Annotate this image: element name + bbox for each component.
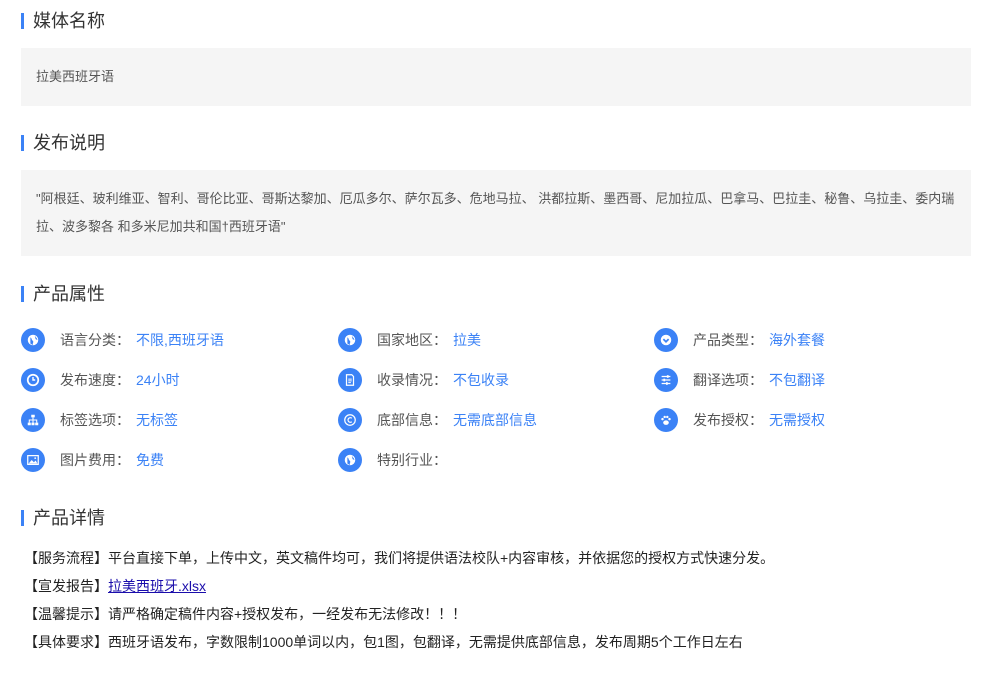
clock-icon: [21, 368, 45, 392]
detail-prefix: 【宣发报告】: [24, 578, 108, 594]
copyright-icon: [338, 408, 362, 432]
attr-region: 国家地区： 拉美: [338, 327, 481, 353]
publish-notes-text: "阿根廷、玻利维亚、智利、哥伦比亚、哥斯达黎加、厄瓜多尔、萨尔瓦多、危地马拉、 …: [36, 191, 955, 234]
publish-notes-box: "阿根廷、玻利维亚、智利、哥伦比亚、哥斯达黎加、厄瓜多尔、萨尔瓦多、危地马拉、 …: [21, 170, 971, 256]
chevron-down-icon: [654, 328, 678, 352]
section-title-product-details: 产品详情: [21, 508, 105, 528]
attr-indexing-label: 收录情况：: [377, 372, 447, 388]
attr-translation-value: 不包翻译: [769, 372, 825, 388]
media-name-box: 拉美西班牙语: [21, 48, 971, 106]
detail-line-report: 【宣发报告】拉美西班牙.xlsx: [24, 576, 206, 596]
attr-indexing-value: 不包收录: [453, 372, 509, 388]
attr-image-fee-value: 免费: [136, 452, 164, 468]
attr-speed-label: 发布速度：: [60, 372, 130, 388]
attr-product-type: 产品类型： 海外套餐: [654, 327, 825, 353]
attr-tags-label: 标签选项：: [60, 412, 130, 428]
attr-image-fee: 图片费用： 免费: [21, 447, 164, 473]
attr-tags: 标签选项： 无标签: [21, 407, 178, 433]
attr-language: 语言分类： 不限,西班牙语: [21, 327, 224, 353]
attr-authorization-value: 无需授权: [769, 412, 825, 428]
detail-prefix: 【温馨提示】: [24, 606, 108, 622]
detail-line-service-flow: 【服务流程】平台直接下单，上传中文，英文稿件均可，我们将提供语法校队+内容审核，…: [24, 548, 774, 568]
attr-speed-value: 24小时: [136, 372, 180, 388]
attr-special-industry: 特别行业：: [338, 447, 453, 473]
section-title-product-attributes: 产品属性: [21, 284, 105, 304]
attr-authorization-label: 发布授权：: [693, 412, 763, 428]
attr-indexing: 收录情况： 不包收录: [338, 367, 509, 393]
attr-footer-info-value: 无需底部信息: [453, 412, 537, 428]
attr-region-label: 国家地区：: [377, 332, 447, 348]
paw-icon: [654, 408, 678, 432]
attr-special-industry-label: 特别行业：: [377, 452, 447, 468]
image-icon: [21, 448, 45, 472]
attr-tags-value: 无标签: [136, 412, 178, 428]
attr-translation-label: 翻译选项：: [693, 372, 763, 388]
attr-language-value: 不限,西班牙语: [136, 332, 224, 348]
detail-line-requirements: 【具体要求】西班牙语发布，字数限制1000单词以内，包1图，包翻译，无需提供底部…: [24, 632, 743, 652]
detail-text: 请严格确定稿件内容+授权发布，一经发布无法修改！！！: [108, 606, 467, 622]
attr-language-label: 语言分类：: [60, 332, 130, 348]
detail-line-tips: 【温馨提示】请严格确定稿件内容+授权发布，一经发布无法修改！！！: [24, 604, 466, 624]
document-icon: [338, 368, 362, 392]
sliders-icon: [654, 368, 678, 392]
attr-speed: 发布速度： 24小时: [21, 367, 180, 393]
attr-product-type-value: 海外套餐: [769, 332, 825, 348]
globe-icon: [338, 448, 362, 472]
attr-product-type-label: 产品类型：: [693, 332, 763, 348]
section-title-publish-notes: 发布说明: [21, 133, 105, 153]
attr-translation: 翻译选项： 不包翻译: [654, 367, 825, 393]
attr-authorization: 发布授权： 无需授权: [654, 407, 825, 433]
attr-footer-info-label: 底部信息：: [377, 412, 447, 428]
detail-text: 平台直接下单，上传中文，英文稿件均可，我们将提供语法校队+内容审核，并依据您的授…: [108, 550, 775, 566]
sitemap-icon: [21, 408, 45, 432]
detail-prefix: 【具体要求】: [24, 634, 108, 650]
media-name-value: 拉美西班牙语: [36, 69, 115, 84]
detail-text: 西班牙语发布，字数限制1000单词以内，包1图，包翻译，无需提供底部信息，发布周…: [108, 634, 743, 650]
globe-icon: [338, 328, 362, 352]
attr-image-fee-label: 图片费用：: [60, 452, 130, 468]
globe-icon: [21, 328, 45, 352]
detail-prefix: 【服务流程】: [24, 550, 108, 566]
attr-footer-info: 底部信息： 无需底部信息: [338, 407, 537, 433]
report-file-link[interactable]: 拉美西班牙.xlsx: [108, 578, 206, 594]
attr-region-value: 拉美: [453, 332, 481, 348]
section-title-media-name: 媒体名称: [21, 11, 105, 31]
